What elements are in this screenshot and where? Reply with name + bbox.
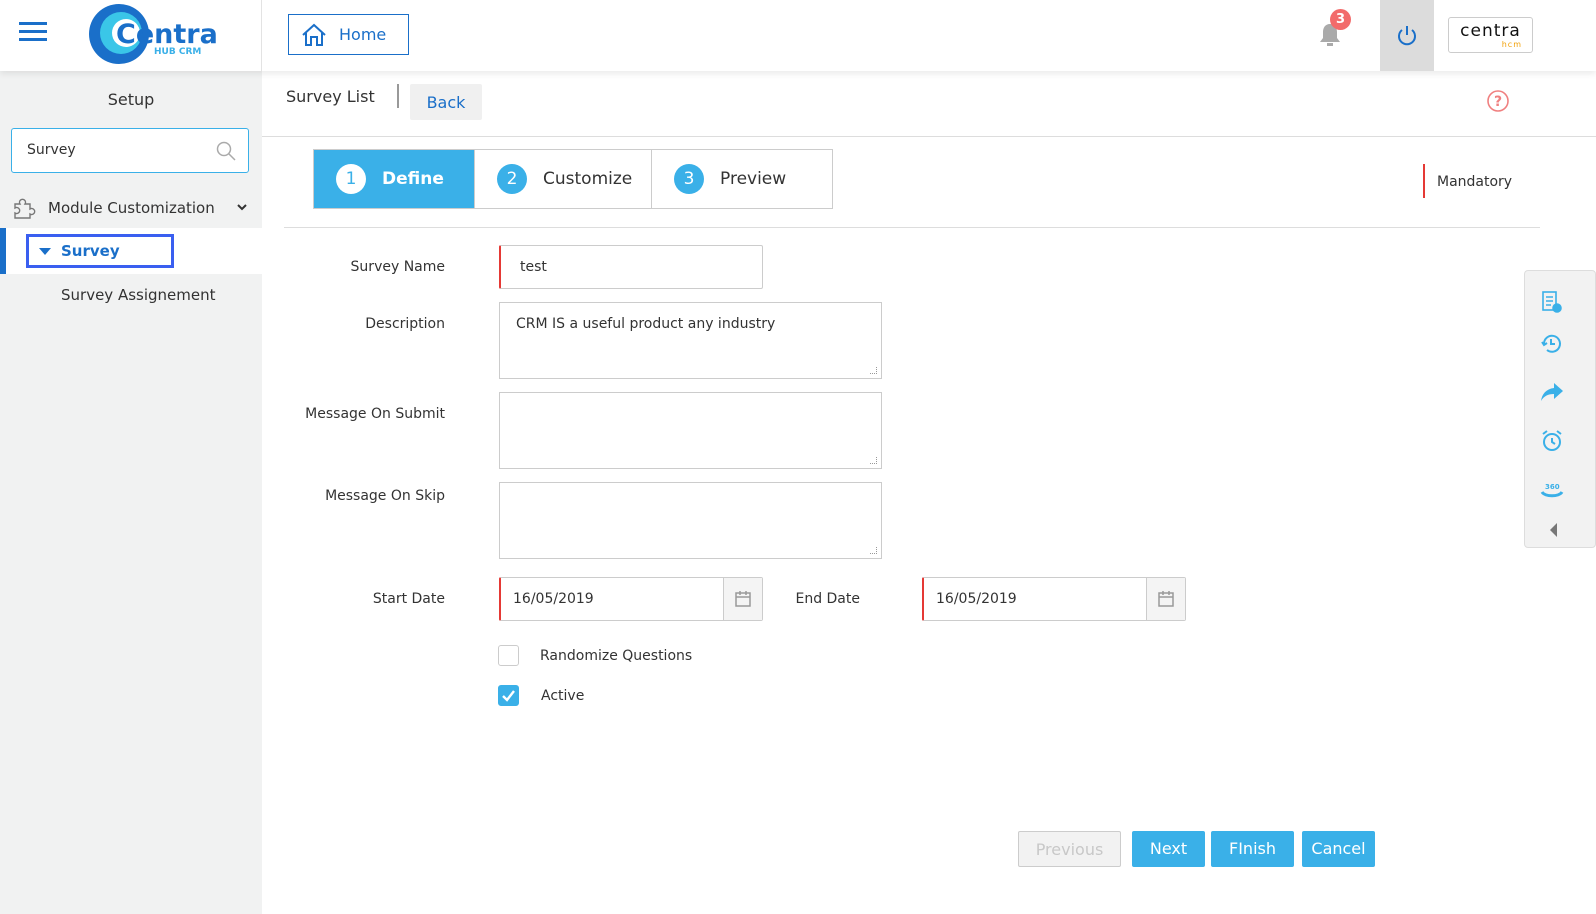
sidebar-item-survey-assignment[interactable]: Survey Assignement [61, 286, 216, 304]
view-360-icon[interactable]: 360 [1540, 481, 1564, 505]
logout-button[interactable] [1380, 0, 1434, 71]
finish-button[interactable]: FInish [1211, 831, 1294, 867]
active-label: Active [541, 688, 585, 704]
message-on-skip-label: Message On Skip [325, 488, 445, 504]
home-icon [302, 23, 326, 46]
step-label: Define [382, 169, 444, 189]
end-date-input[interactable]: 16/05/2019 [922, 577, 1186, 621]
step-customize[interactable]: 2 Customize [475, 150, 652, 208]
step-number: 2 [497, 164, 527, 194]
svg-text:HUB CRM: HUB CRM [154, 47, 201, 57]
sidebar: Setup Survey Module Customization Survey… [0, 71, 262, 914]
help-icon[interactable]: ? [1487, 90, 1509, 112]
previous-button[interactable]: Previous [1018, 831, 1121, 867]
randomize-questions-checkbox[interactable] [498, 645, 519, 666]
step-number: 3 [674, 164, 704, 194]
brand-sub: hcm [1501, 40, 1522, 49]
top-bar: Centra HUB CRM Home 3 centra hcm [0, 0, 1596, 71]
calendar-icon[interactable] [1146, 578, 1185, 620]
menu-icon[interactable] [19, 22, 47, 42]
step-preview[interactable]: 3 Preview [652, 150, 832, 208]
end-date-value: 16/05/2019 [936, 591, 1017, 607]
randomize-questions-label: Randomize Questions [540, 648, 693, 664]
home-button[interactable]: Home [288, 14, 409, 55]
brand-text: centra [1460, 21, 1521, 41]
sidebar-item-module-customization[interactable]: Module Customization [12, 193, 262, 223]
quick-actions-rail: 360 [1524, 270, 1596, 548]
sidebar-item-survey[interactable]: Survey [0, 228, 262, 274]
svg-text:360: 360 [1545, 483, 1560, 491]
page-title: Survey List [286, 86, 375, 106]
step-number: 1 [336, 164, 366, 194]
start-date-value: 16/05/2019 [513, 591, 594, 607]
cancel-button[interactable]: Cancel [1302, 831, 1375, 867]
share-icon[interactable] [1540, 381, 1564, 407]
next-button[interactable]: Next [1132, 831, 1205, 867]
home-label: Home [339, 25, 387, 44]
puzzle-icon [14, 198, 36, 219]
power-icon [1398, 25, 1416, 45]
svg-text:Centra: Centra [116, 19, 218, 50]
wizard-steps: 1 Define 2 Customize 3 Preview [313, 149, 833, 209]
description-textarea[interactable]: CRM IS a useful product any industry [499, 302, 882, 379]
svg-text:?: ? [1494, 94, 1502, 110]
module-label: Module Customization [48, 199, 215, 217]
notification-badge: 3 [1330, 9, 1351, 30]
message-on-skip-textarea[interactable] [499, 482, 882, 559]
sidebar-title: Setup [107, 90, 155, 109]
step-define[interactable]: 1 Define [314, 150, 475, 208]
breadcrumb: Survey List [286, 84, 399, 108]
search-value: Survey [27, 142, 76, 158]
collapse-left-icon[interactable] [1549, 523, 1559, 541]
end-date-label: End Date [795, 591, 860, 607]
start-date-label: Start Date [372, 591, 445, 607]
sidebar-item-label[interactable]: Survey [26, 234, 174, 268]
brand-logo: centra hcm [1448, 17, 1533, 53]
search-icon[interactable] [216, 141, 236, 161]
alarm-clock-icon[interactable] [1540, 429, 1564, 457]
mandatory-legend: Mandatory [1423, 164, 1512, 198]
check-icon [502, 690, 515, 702]
message-on-submit-label: Message On Submit [305, 406, 445, 422]
sidebar-search-input[interactable]: Survey [11, 128, 249, 173]
history-icon[interactable] [1540, 333, 1562, 359]
active-checkbox[interactable] [498, 685, 519, 706]
survey-name-label: Survey Name [350, 259, 445, 275]
step-label: Preview [720, 169, 787, 189]
chevron-down-icon[interactable] [236, 201, 248, 213]
description-label: Description [365, 316, 445, 332]
survey-report-icon[interactable] [1540, 289, 1562, 317]
centra-hub-logo[interactable]: Centra HUB CRM [88, 3, 218, 65]
back-button[interactable]: Back [410, 84, 482, 120]
step-label: Customize [543, 169, 633, 189]
survey-name-input[interactable]: test [499, 245, 763, 289]
message-on-submit-textarea[interactable] [499, 392, 882, 469]
